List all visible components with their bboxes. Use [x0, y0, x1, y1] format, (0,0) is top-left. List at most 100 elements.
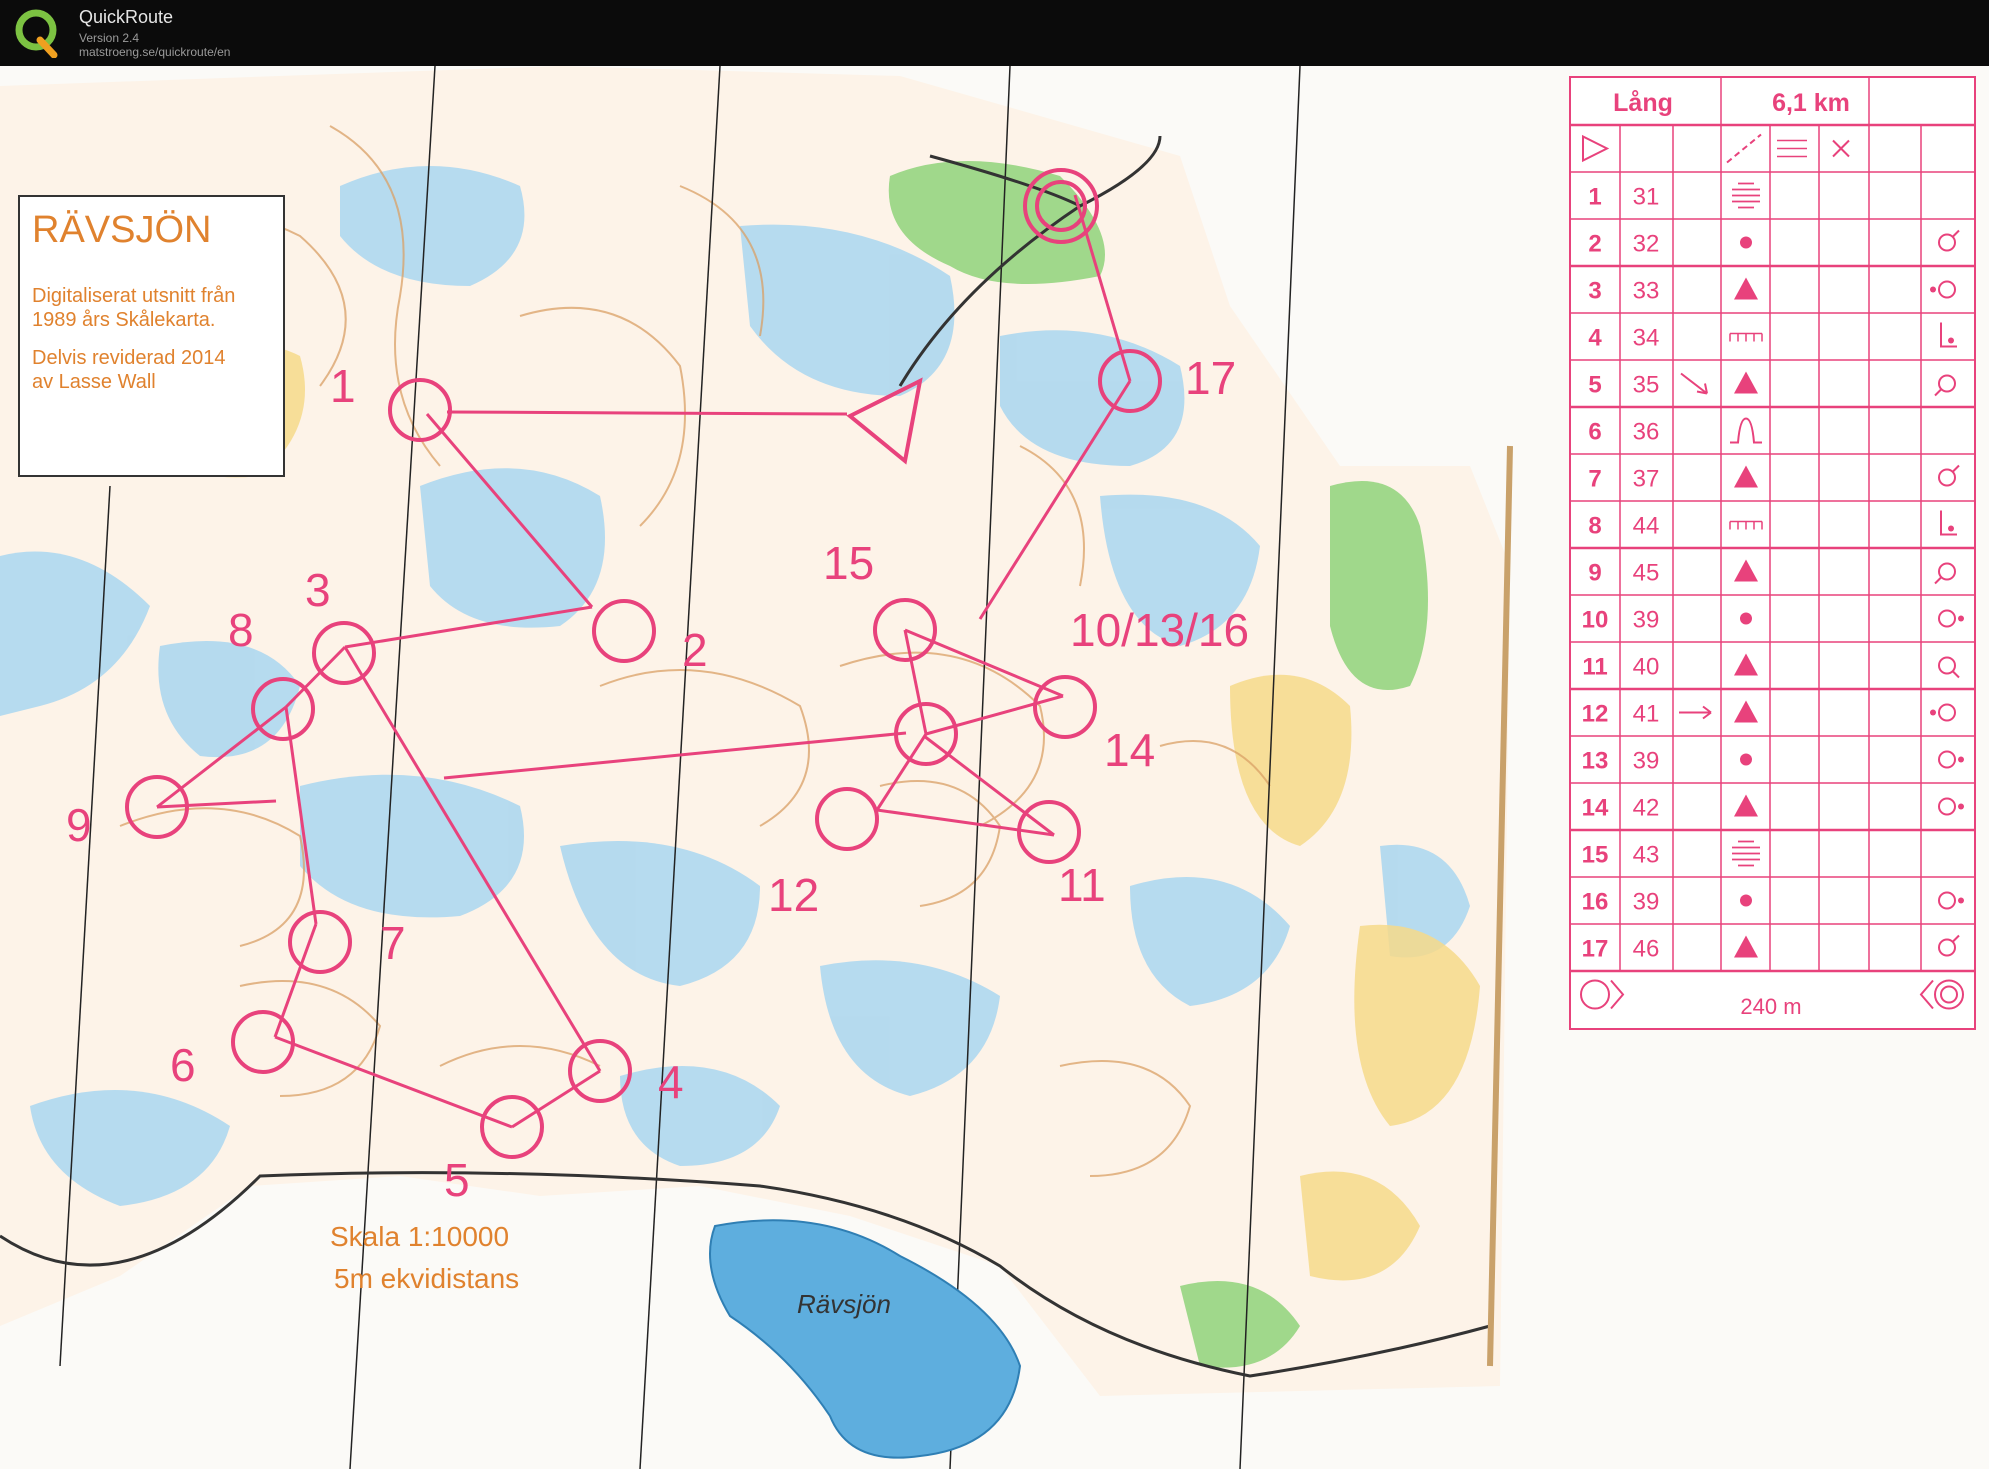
position-ring-icon — [1938, 468, 1956, 487]
app-name: QuickRoute — [79, 7, 174, 27]
direction-arrow-icon — [1679, 705, 1712, 720]
row-code: 43 — [1633, 842, 1660, 869]
cross-icon — [1832, 139, 1850, 158]
control-description-table: 1 31 2 32 3 33 4 34 5 35 6 36 7 37 8 44 9 45 10 39 11 40 12 41 1… — [1569, 76, 1976, 1030]
finish-end-icon — [1934, 979, 1964, 1010]
knoll-icon — [1740, 753, 1752, 766]
foot-icon — [1940, 510, 1957, 536]
position-ring-icon — [1938, 797, 1956, 816]
lake-name: Rävsjön — [797, 1289, 891, 1319]
map-info-line: av Lasse Wall — [32, 371, 156, 393]
row-number: 3 — [1588, 278, 1601, 305]
course-name: Lång — [1613, 89, 1673, 117]
row-code: 42 — [1633, 795, 1660, 822]
control-label: 12 — [768, 869, 819, 921]
row-code: 36 — [1633, 419, 1660, 446]
position-ring-icon — [1938, 891, 1956, 910]
map-scale: Skala 1:10000 — [330, 1221, 509, 1252]
position-ring-icon — [1938, 280, 1956, 299]
finish-start-icon — [1580, 979, 1610, 1010]
row-number: 10 — [1582, 607, 1609, 634]
direction-arrow-icon — [1680, 372, 1708, 395]
control-label: 15 — [823, 537, 874, 589]
row-code: 39 — [1633, 889, 1660, 916]
position-ring-icon — [1938, 703, 1956, 722]
row-number: 2 — [1588, 231, 1601, 258]
app-version: Version 2.4 — [79, 31, 140, 45]
position-ring-icon — [1938, 562, 1956, 581]
boulder-icon — [1734, 700, 1758, 723]
quickroute-logo-icon — [15, 9, 58, 58]
control-label: 5 — [444, 1154, 470, 1206]
row-code: 31 — [1633, 184, 1660, 211]
map-contour-interval: 5m ekvidistans — [334, 1263, 519, 1294]
row-number: 8 — [1588, 513, 1601, 540]
row-code: 33 — [1633, 278, 1660, 305]
row-code: 41 — [1633, 701, 1660, 728]
row-number: 17 — [1582, 936, 1609, 963]
map-info-line: Delvis reviderad 2014 — [32, 347, 225, 369]
cliff-icon — [1729, 520, 1763, 530]
row-code: 39 — [1633, 748, 1660, 775]
marsh-icon — [1732, 182, 1760, 209]
boulder-icon — [1734, 277, 1758, 300]
row-number: 6 — [1588, 419, 1601, 446]
start-symbol-icon — [1582, 134, 1610, 163]
row-number: 13 — [1582, 748, 1609, 775]
row-number: 15 — [1582, 842, 1609, 869]
row-code: 35 — [1633, 372, 1660, 399]
foot-icon — [1940, 322, 1957, 348]
app-url[interactable]: matstroeng.se/quickroute/en — [79, 45, 230, 59]
control-label: 1 — [330, 360, 356, 412]
boulder-icon — [1734, 559, 1758, 582]
knoll-icon — [1740, 236, 1752, 249]
row-number: 7 — [1588, 466, 1601, 493]
map-info-line: Digitaliserat utsnitt från — [32, 285, 235, 307]
row-code: 46 — [1633, 936, 1660, 963]
control-label: 11 — [1058, 859, 1106, 911]
control-label: 4 — [658, 1056, 684, 1108]
dashed-line-icon — [1726, 133, 1762, 164]
position-ring-icon — [1938, 374, 1956, 393]
boulder-icon — [1734, 371, 1758, 394]
row-number: 16 — [1582, 889, 1609, 916]
row-code: 45 — [1633, 560, 1660, 587]
finish-distance: 240 m — [1740, 994, 1801, 1019]
row-number: 14 — [1582, 795, 1609, 822]
map-legend-box: RÄVSJÖN Digitaliserat utsnitt från 1989 … — [18, 195, 285, 477]
knoll-icon — [1740, 612, 1752, 625]
marsh-icon — [1777, 139, 1807, 158]
boulder-icon — [1734, 935, 1758, 958]
row-number: 12 — [1582, 701, 1609, 728]
map-info-line: 1989 års Skålekarta. — [32, 309, 215, 331]
position-ring-icon — [1938, 750, 1956, 769]
re-entrant-icon — [1730, 417, 1762, 444]
row-number: 5 — [1588, 372, 1601, 399]
position-ring-icon — [1938, 609, 1956, 628]
row-code: 32 — [1633, 231, 1660, 258]
course-length: 6,1 km — [1772, 89, 1850, 117]
row-code: 39 — [1633, 607, 1660, 634]
knoll-icon — [1740, 894, 1752, 907]
control-label: 9 — [66, 799, 92, 851]
row-number: 9 — [1588, 560, 1601, 587]
marsh-icon — [1732, 840, 1760, 867]
row-number: 11 — [1582, 654, 1607, 681]
row-code: 44 — [1633, 513, 1660, 540]
boulder-icon — [1734, 653, 1758, 676]
position-ring-icon — [1938, 233, 1956, 252]
control-label: 8 — [228, 604, 254, 656]
control-label: 2 — [682, 624, 708, 676]
control-label: 3 — [305, 564, 331, 616]
row-code: 34 — [1633, 325, 1660, 352]
control-label: 14 — [1104, 724, 1155, 776]
control-label: 17 — [1185, 352, 1236, 404]
orienteering-map[interactable]: 1 2 3 4 5 6 7 8 9 10/13/16 11 12 14 15 1… — [0, 66, 1989, 1469]
title-bar: QuickRoute Version 2.4 matstroeng.se/qui… — [0, 0, 1989, 66]
row-number: 4 — [1588, 325, 1602, 352]
control-label: 10/13/16 — [1070, 604, 1249, 656]
row-code: 40 — [1633, 654, 1660, 681]
cliff-icon — [1729, 332, 1763, 342]
position-ring-icon — [1938, 656, 1956, 675]
description-grid — [1571, 78, 1974, 973]
